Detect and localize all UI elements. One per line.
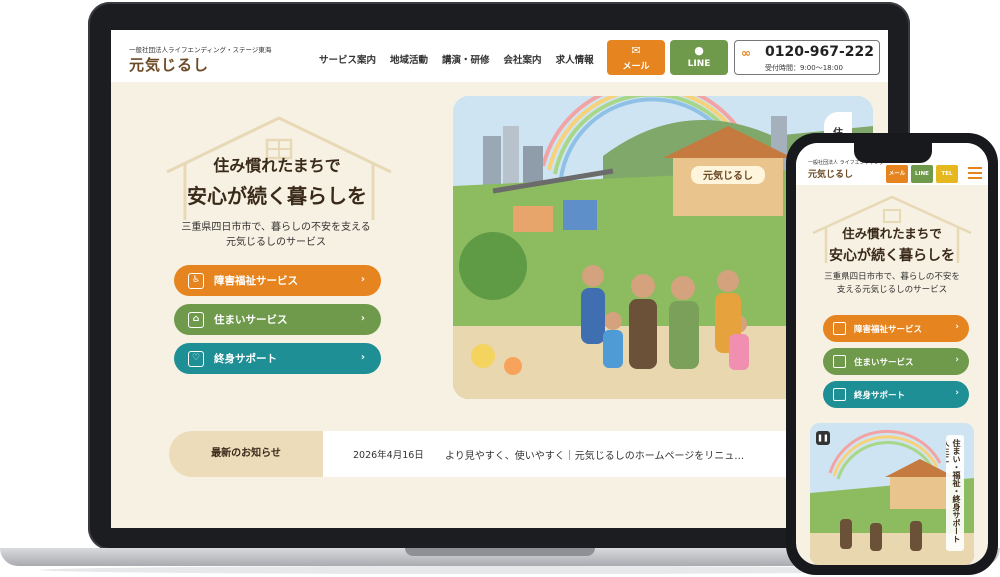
phone-desc-line2: 支える元気じるしのサービス — [836, 285, 948, 295]
mail-button[interactable]: ✉ メール — [607, 40, 665, 75]
line-button-label: LINE — [687, 59, 711, 69]
hero-desc-line1: 三重県四日市市で、暮らしの不安を支える — [181, 222, 371, 233]
chevron-right-icon: › — [955, 388, 959, 398]
service-button-disability[interactable]: ♿ 障害福祉サービス › — [174, 265, 381, 296]
laptop-hinge-notch — [405, 548, 595, 556]
device-mockup-stage: 一般社団法人ライフエンディング・ステージ東海 元気じるし サービス案内 地域活動… — [0, 0, 1000, 577]
chevron-right-icon: › — [360, 313, 365, 324]
news-headline[interactable]: より見やすく、使いやすく｜元気じるしのホームページをリニュ… — [445, 447, 744, 462]
phone-mail-button[interactable]: メール — [886, 165, 908, 183]
site-logo[interactable]: 元気じるし — [129, 54, 209, 75]
service-label: 終身サポート — [214, 353, 277, 365]
nav-item-company[interactable]: 会社案内 — [504, 52, 542, 66]
heart-icon: ♡ — [188, 350, 204, 367]
chevron-right-icon: › — [955, 355, 959, 365]
mail-button-label: メール — [622, 62, 650, 72]
site-header: 一般社団法人ライフエンディング・ステージ東海 元気じるし サービス案内 地域活動… — [111, 30, 888, 82]
hero-title-line2: 安心が続く暮らしを — [187, 184, 367, 208]
wheelchair-icon — [833, 322, 846, 335]
service-button-housing[interactable]: ⌂ 住まいサービス › — [174, 304, 381, 335]
hero-title: 住み慣れたまちで 安心が続く暮らしを — [147, 152, 407, 209]
nav-item-services[interactable]: サービス案内 — [319, 52, 376, 66]
line-chat-icon: ● — [694, 44, 704, 57]
service-label: 障害福祉サービス — [854, 324, 923, 335]
phone-service-button-housing[interactable]: 住まいサービス › — [823, 348, 969, 375]
hero-title-line1: 住み慣れたまちで — [213, 156, 341, 175]
nav-item-lectures[interactable]: 講演・研修 — [442, 52, 490, 66]
phone-vertical-tagline: 住まい・福祉・終身サポート 人生に — [946, 435, 964, 551]
phone-hero-title: 住み慣れたまちで 安心が続く暮らしを — [796, 223, 988, 265]
line-button[interactable]: ● LINE — [670, 40, 728, 75]
phone-contact-box[interactable]: ∞ 0120-967-222 受付時間：9:00〜18:00 — [734, 40, 880, 75]
hero-description: 三重県四日市市で、暮らしの不安を支える 元気じるしのサービス — [151, 220, 401, 250]
phone-screen: 一般社団法人 ライフエンディング 元気じるし メール LINE TEL 住み慣れ… — [796, 143, 988, 565]
house-icon — [833, 355, 846, 368]
phone-service-button-lifetime-support[interactable]: 終身サポート › — [823, 381, 969, 408]
phone-notch — [854, 143, 932, 163]
service-label: 住まいサービス — [854, 357, 914, 368]
phone-service-button-disability[interactable]: 障害福祉サービス › — [823, 315, 969, 342]
mail-icon: ✉ — [631, 44, 641, 57]
phone-hero-title-line2: 安心が続く暮らしを — [829, 248, 955, 264]
service-label: 住まいサービス — [214, 314, 288, 326]
phone-hero-description: 三重県四日市市で、暮らしの不安を 支える元気じるしのサービス — [810, 271, 974, 297]
chevron-right-icon: › — [955, 322, 959, 332]
pause-icon[interactable]: ❚❚ — [816, 431, 830, 445]
hamburger-menu-icon[interactable] — [968, 167, 982, 179]
main-nav: サービス案内 地域活動 講演・研修 会社案内 求人情報 — [319, 52, 594, 66]
org-subtitle: 一般社団法人ライフエンディング・ステージ東海 — [129, 46, 272, 54]
service-label: 障害福祉サービス — [214, 275, 298, 287]
chevron-right-icon: › — [360, 352, 365, 363]
nav-item-recruit[interactable]: 求人情報 — [556, 52, 594, 66]
phone-line-button[interactable]: LINE — [911, 165, 933, 183]
phone-site-logo[interactable]: 元気じるし — [808, 167, 853, 180]
free-dial-icon: ∞ — [741, 46, 751, 60]
chevron-right-icon: › — [360, 274, 365, 285]
business-hours: 受付時間：9:00〜18:00 — [765, 64, 843, 72]
phone-number: 0120-967-222 — [765, 44, 875, 60]
news-date: 2026年4月16日 — [353, 450, 424, 461]
service-label: 終身サポート — [854, 390, 906, 401]
phone-hero-title-line1: 住み慣れたまちで — [842, 226, 942, 241]
heart-icon — [833, 388, 846, 401]
news-label: 最新のお知らせ — [169, 431, 323, 477]
nav-item-community[interactable]: 地域活動 — [390, 52, 428, 66]
hero-desc-line2: 元気じるしのサービス — [226, 237, 326, 248]
news-bar[interactable]: 最新のお知らせ 2026年4月16日 より見やすく、使いやすく｜元気じるしのホー… — [169, 431, 888, 477]
phone-tel-button[interactable]: TEL — [936, 165, 958, 183]
house-icon: ⌂ — [188, 311, 204, 328]
service-button-lifetime-support[interactable]: ♡ 終身サポート › — [174, 343, 381, 374]
phone-desc-line1: 三重県四日市市で、暮らしの不安を — [824, 272, 960, 282]
laptop-screen: 一般社団法人ライフエンディング・ステージ東海 元気じるし サービス案内 地域活動… — [111, 30, 888, 528]
svg-text:元気じるし: 元気じるし — [703, 169, 753, 182]
wheelchair-icon: ♿ — [188, 272, 204, 289]
